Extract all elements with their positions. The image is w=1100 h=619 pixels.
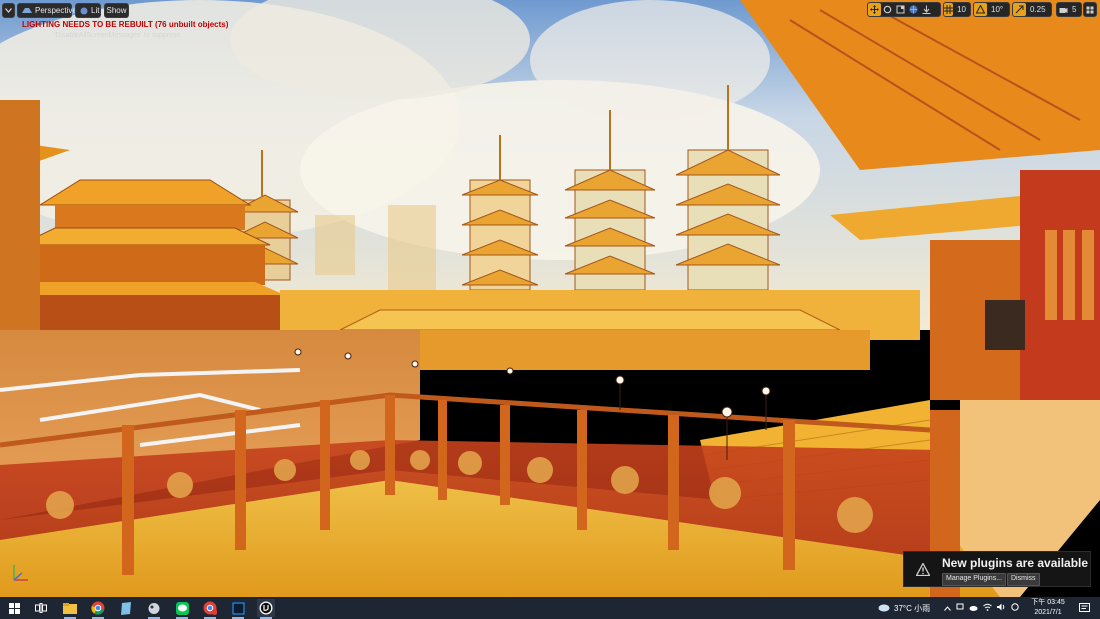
notepad-icon[interactable]: [117, 599, 135, 617]
chrome-icon[interactable]: [89, 599, 107, 619]
lit-sphere-icon: [80, 7, 88, 15]
camera-speed-icon: [1057, 3, 1070, 16]
wifi-icon[interactable]: [983, 603, 992, 613]
task-view-icon[interactable]: [32, 599, 50, 617]
layout-icon: [1086, 1, 1094, 19]
grid-snap-icon: [944, 3, 954, 16]
app-icon[interactable]: [145, 599, 163, 619]
ime-icon[interactable]: [1011, 603, 1019, 613]
level-viewport[interactable]: Perspective Lit Show LIGHTING NEEDS TO B…: [0, 0, 1100, 597]
cloud-icon[interactable]: [969, 604, 978, 613]
unreal-engine-icon[interactable]: [257, 599, 275, 619]
grid-snap-control[interactable]: 10: [943, 2, 971, 17]
viewport-options-button[interactable]: [2, 3, 15, 18]
surface-snap-icon[interactable]: [920, 3, 933, 16]
scale-icon[interactable]: [894, 3, 907, 16]
system-tray: [944, 597, 1019, 619]
lighting-warning: LIGHTING NEEDS TO BE REBUILT (76 unbuilt…: [22, 20, 229, 29]
file-explorer-icon[interactable]: [61, 599, 79, 619]
notification-title: New plugins are available: [942, 556, 1089, 570]
show-button[interactable]: Show: [104, 3, 129, 18]
plugins-notification: New plugins are available Manage Plugins…: [903, 551, 1091, 587]
chrome-badge-icon[interactable]: [201, 599, 219, 619]
rotation-snap-value: 10°: [991, 5, 1004, 14]
view-mode-button[interactable]: Lit: [75, 3, 101, 18]
move-icon[interactable]: [868, 3, 881, 16]
windows-start-icon[interactable]: [5, 599, 23, 617]
windows-taskbar: 37°C 小雨 下午 03:45 2021/7/1: [0, 597, 1100, 619]
viewport-layout-button[interactable]: [1083, 2, 1097, 17]
volume-icon[interactable]: [997, 603, 1006, 613]
show-label: Show: [106, 6, 127, 15]
rotate-icon[interactable]: [881, 3, 894, 16]
chevron-up-icon[interactable]: [944, 604, 951, 613]
line-icon[interactable]: [173, 599, 191, 619]
transform-tools: [867, 2, 941, 17]
rotation-snap-icon: [974, 3, 987, 16]
clock-time: 下午 03:45: [1031, 599, 1065, 606]
perspective-button[interactable]: Perspective: [17, 3, 77, 18]
warning-icon: [915, 562, 931, 581]
chevron-down-icon: [5, 8, 12, 13]
scale-snap-control[interactable]: 0.25: [1012, 2, 1052, 17]
weather-text: 37°C 小雨: [894, 603, 931, 613]
scale-snap-icon: [1013, 3, 1026, 16]
suppress-hint: 'DisableAllScreenMessages' to suppress: [54, 32, 181, 39]
camera-speed-value: 5: [1072, 5, 1077, 14]
perspective-label: Perspective: [35, 6, 77, 15]
notification-center-icon[interactable]: [1075, 599, 1093, 617]
cloud-rain-icon: [878, 603, 890, 614]
dismiss-button[interactable]: Dismiss: [1007, 573, 1040, 586]
weather-widget[interactable]: 37°C 小雨: [878, 597, 930, 619]
camera-speed-control[interactable]: 5: [1056, 2, 1082, 17]
scale-snap-value: 0.25: [1030, 5, 1046, 14]
photoshop-icon[interactable]: [229, 599, 247, 619]
world-space-icon[interactable]: [907, 3, 920, 16]
manage-plugins-button[interactable]: Manage Plugins...: [942, 573, 1007, 586]
clock[interactable]: 下午 03:45 2021/7/1: [1028, 598, 1068, 618]
network-icon[interactable]: [956, 603, 964, 613]
axis-gizmo: [10, 562, 32, 589]
grid-snap-value: 10: [957, 5, 966, 14]
clock-date: 2021/7/1: [1034, 609, 1062, 616]
scene-render: [0, 0, 1100, 597]
lit-label: Lit: [91, 6, 100, 15]
rotation-snap-control[interactable]: 10°: [973, 2, 1010, 17]
perspective-icon: [22, 7, 32, 14]
